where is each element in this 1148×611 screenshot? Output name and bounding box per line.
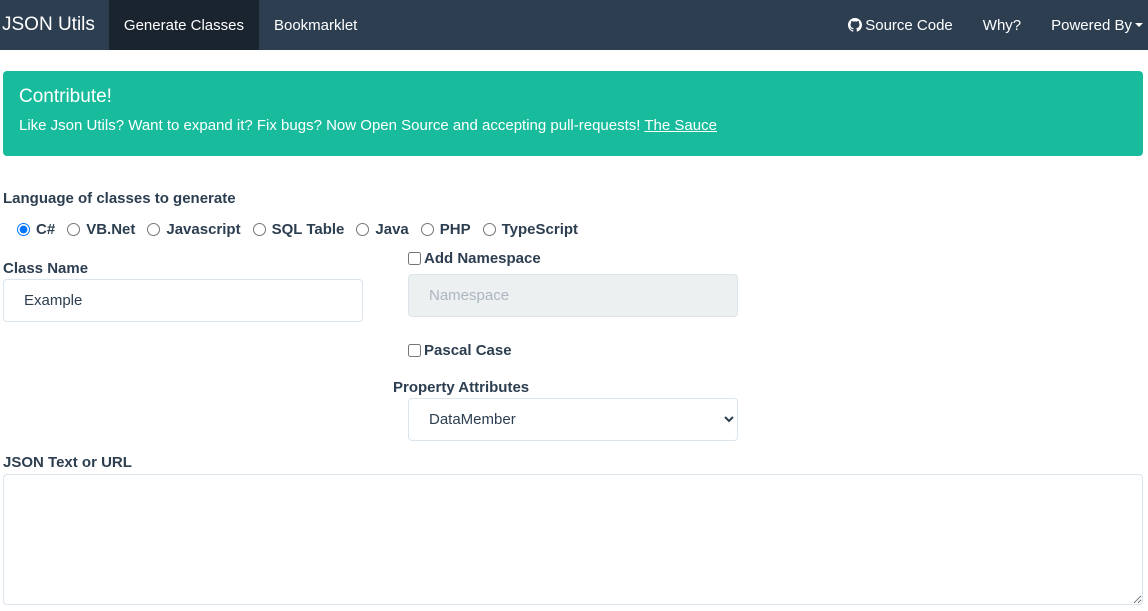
radio-csharp[interactable]: C# [17,221,55,238]
class-name-input[interactable] [3,279,363,322]
radio-php[interactable]: PHP [420,221,471,238]
pascal-case-label: Pascal Case [424,342,512,359]
language-label: Language of classes to generate [3,190,236,207]
radio-java-label: Java [375,221,409,238]
navbar-right: Source Code Why? Powered By [833,0,1148,50]
radio-javascript[interactable]: Javascript [147,221,241,238]
pascal-case-checkbox[interactable]: Pascal Case [408,342,512,359]
radio-php-label: PHP [439,221,471,238]
radio-php-input[interactable] [420,223,434,236]
language-radio-group: C# VB.Net Javascript SQL Table Java PHP … [17,221,590,238]
add-namespace-checkbox-input[interactable] [408,252,421,265]
namespace-input[interactable] [408,274,738,317]
radio-javascript-label: Javascript [166,221,241,238]
nav-source-code[interactable]: Source Code [833,0,968,50]
property-attributes-label: Property Attributes [393,379,530,396]
nav-bookmarklet[interactable]: Bookmarklet [259,0,372,50]
property-attributes-select[interactable]: DataMember [408,398,738,441]
alert-message: Like Json Utils? Want to expand it? Fix … [19,117,641,134]
radio-vbnet-label: VB.Net [86,221,136,238]
radio-vbnet-input[interactable] [67,223,81,236]
radio-csharp-label: C# [36,221,56,238]
brand-logo[interactable]: JSON Utils [0,0,109,50]
radio-sql-table-input[interactable] [252,223,266,236]
nav-powered-by[interactable]: Powered By [1036,0,1148,50]
nav-generate-classes[interactable]: Generate Classes [108,0,259,50]
radio-typescript-label: TypeScript [501,221,579,238]
nav-why[interactable]: Why? [968,0,1036,50]
alert-text: Like Json Utils? Want to expand it? Fix … [19,117,1127,134]
json-label: JSON Text or URL [3,454,132,471]
alert-title: Contribute! [19,86,112,107]
radio-java-input[interactable] [356,223,370,236]
radio-javascript-input[interactable] [147,223,161,236]
radio-csharp-input[interactable] [17,223,30,236]
radio-vbnet[interactable]: VB.Net [67,221,135,238]
navbar: JSON Utils Generate Classes Bookmarklet … [0,0,1148,50]
class-name-label: Class Name [3,260,89,277]
radio-java[interactable]: Java [356,221,409,238]
github-icon [848,18,863,32]
add-namespace-label: Add Namespace [424,250,541,267]
add-namespace-checkbox[interactable]: Add Namespace [408,250,541,267]
nav-powered-by-label: Powered By [1051,16,1132,34]
radio-sql-table-label: SQL Table [271,221,345,238]
contribute-alert: Contribute! Like Json Utils? Want to exp… [3,71,1143,156]
radio-typescript-input[interactable] [482,223,496,236]
pascal-case-checkbox-input[interactable] [408,344,421,357]
navbar-left: JSON Utils Generate Classes Bookmarklet [0,0,372,50]
alert-link[interactable]: The Sauce [644,117,717,134]
json-textarea[interactable] [3,474,1143,605]
nav-source-code-label: Source Code [865,16,953,34]
caret-down-icon [1135,23,1143,27]
radio-sql-table[interactable]: SQL Table [252,221,345,238]
radio-typescript[interactable]: TypeScript [482,221,579,238]
